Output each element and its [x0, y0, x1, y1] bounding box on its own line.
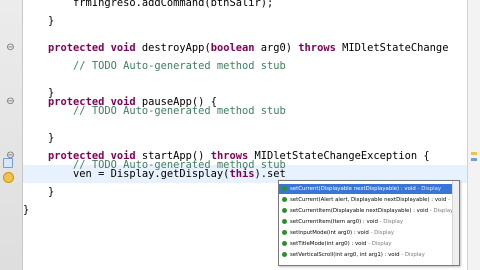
- proposal-item[interactable]: setVerticalScroll(int arg0, int arg1) : …: [279, 250, 459, 260]
- overview-ruler[interactable]: [467, 0, 480, 270]
- code-line: }: [23, 129, 54, 147]
- code-line: ven = Display.getDisplay(this).set: [23, 165, 286, 183]
- code-token: ).set: [254, 168, 286, 180]
- proposal-item[interactable]: setCurrentItem(Item arg0) : void - Displ…: [279, 217, 459, 227]
- public-method-icon: [282, 219, 287, 224]
- task-overview-marker[interactable]: [471, 158, 477, 161]
- proposal-signature: setInputMode(int arg0) : void: [290, 230, 369, 236]
- code-token: }: [48, 15, 55, 27]
- keyword-token: protected void: [48, 42, 136, 54]
- proposal-owner: - Display: [368, 230, 395, 236]
- proposal-signature: setCurrentItem(Displayable nextDisplayab…: [290, 208, 429, 214]
- proposal-owner: - Display: [377, 219, 404, 225]
- proposal-owner: - Display: [428, 208, 454, 214]
- task-marker-icon[interactable]: [3, 158, 13, 168]
- proposal-item[interactable]: setCurrent(Displayable nextDisplayable) …: [279, 184, 459, 194]
- code-line: frmIngreso.addCommand(btnSalir);: [23, 0, 273, 12]
- editor-gutter: ⊖ ⊖ ⊖: [0, 0, 23, 270]
- keyword-token: throws: [298, 42, 336, 54]
- proposal-signature: setVerticalScroll(int arg0, int arg1) : …: [290, 252, 400, 258]
- code-token: arg0): [254, 42, 299, 54]
- code-line: }: [23, 201, 29, 219]
- keyword-token: this: [229, 168, 255, 180]
- public-method-icon: [282, 197, 287, 202]
- code-line: }: [23, 12, 54, 30]
- content-assist-popup[interactable]: setCurrent(Displayable nextDisplayable) …: [278, 180, 460, 266]
- proposal-signature: setTitleMode(int arg0) : void: [290, 241, 367, 247]
- code-token: }: [48, 132, 55, 144]
- comment-token: // TODO Auto-generated method stub: [73, 105, 286, 117]
- proposal-signature: setCurrent(Displayable nextDisplayable) …: [290, 186, 416, 192]
- public-method-icon: [282, 208, 287, 213]
- comment-token: // TODO Auto-generated method stub: [73, 60, 286, 72]
- popup-scrollbar[interactable]: [452, 181, 459, 265]
- code-line: protected void destroyApp(boolean arg0) …: [23, 39, 448, 57]
- proposal-item[interactable]: setCurrent(Alert alert, Displayable next…: [279, 195, 459, 205]
- proposal-owner: - Display: [415, 186, 442, 192]
- proposal-signature: setCurrentItem(Item arg0) : void: [290, 219, 378, 225]
- public-method-icon: [282, 186, 287, 191]
- warning-overview-marker[interactable]: [471, 152, 477, 155]
- code-line: }: [23, 183, 54, 201]
- code-line: // TODO Auto-generated method stub: [23, 57, 286, 75]
- proposal-item[interactable]: setCurrentItem(Displayable nextDisplayab…: [279, 206, 459, 216]
- code-token: }: [48, 186, 55, 198]
- proposal-item[interactable]: setInputMode(int arg0) : void - Display: [279, 228, 459, 238]
- public-method-icon: [282, 252, 287, 257]
- proposal-owner: - Display: [399, 252, 425, 258]
- code-line: // TODO Auto-generated method stub: [23, 102, 286, 120]
- code-token: ven = Display.getDisplay(: [73, 168, 230, 180]
- warning-marker-icon[interactable]: [3, 172, 14, 183]
- code-token: }: [23, 204, 30, 216]
- code-token: MIDletStateChange: [335, 42, 449, 54]
- code-token: destroyApp(: [135, 42, 211, 54]
- public-method-icon: [282, 230, 287, 235]
- public-method-icon: [282, 241, 287, 246]
- fold-toggle-icon[interactable]: ⊖: [5, 97, 16, 108]
- fold-toggle-icon[interactable]: ⊖: [5, 43, 16, 54]
- proposal-item[interactable]: setTitleMode(int arg0) : void - Display: [279, 239, 459, 249]
- code-token: frmIngreso.addCommand(btnSalir);: [73, 0, 274, 9]
- proposal-signature: setCurrent(Alert alert, Displayable next…: [290, 197, 447, 203]
- keyword-token: boolean: [210, 42, 255, 54]
- proposal-owner: - Display: [366, 241, 392, 247]
